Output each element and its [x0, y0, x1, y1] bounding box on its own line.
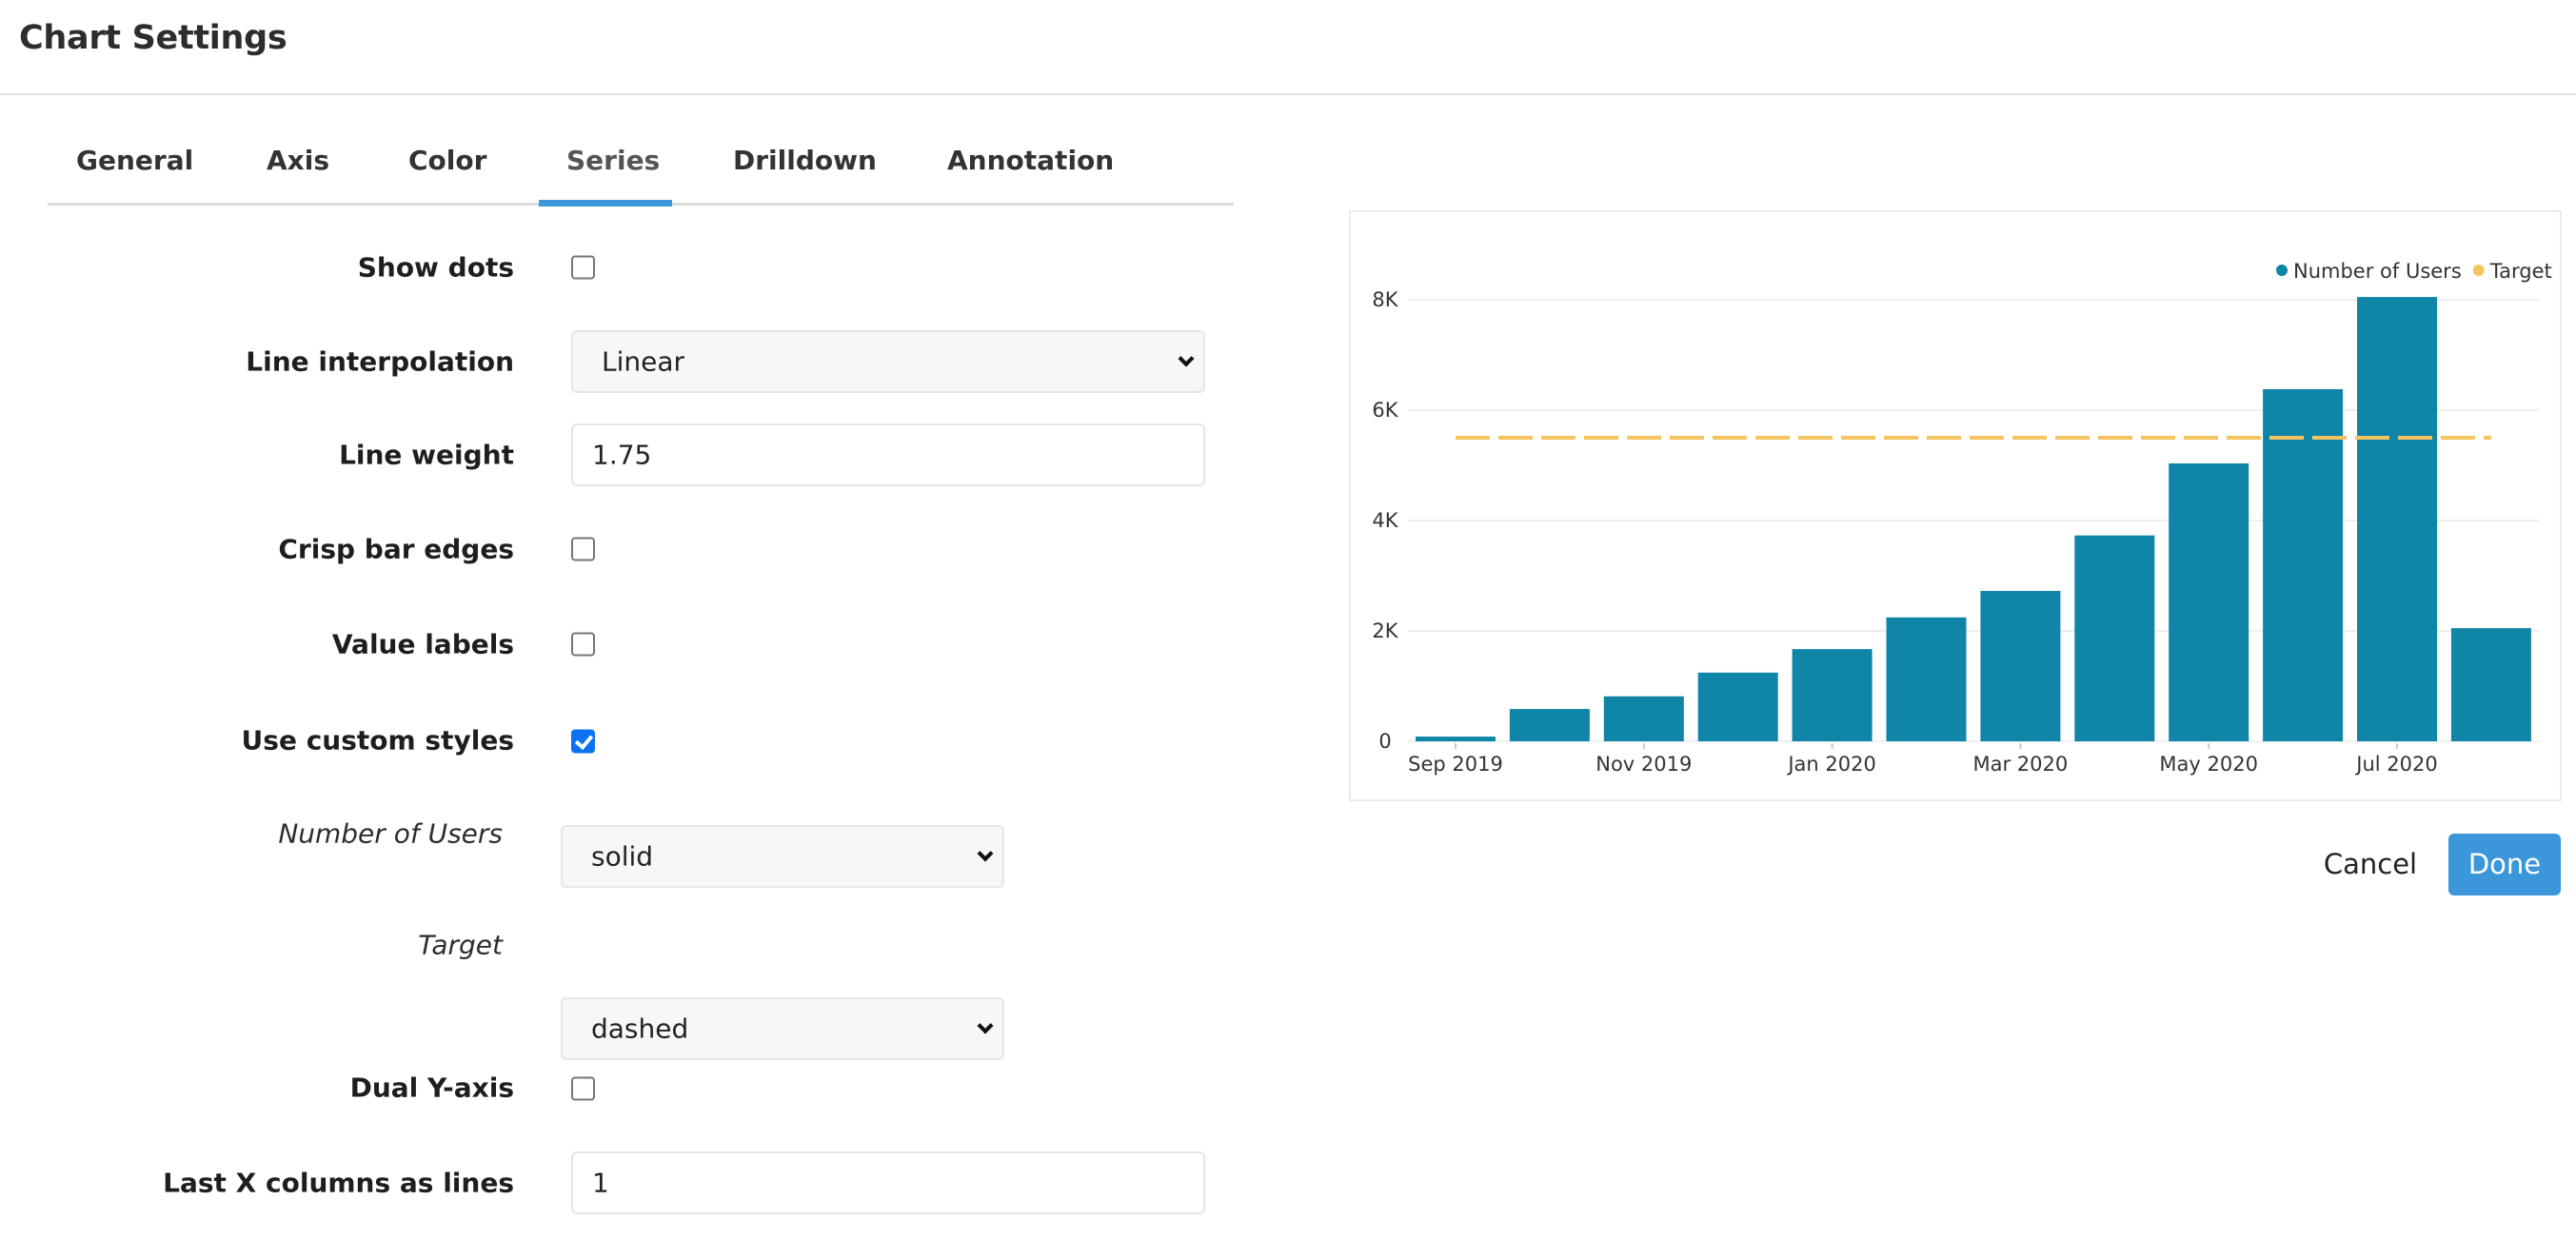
last-x-columns-value: 1 — [592, 1167, 609, 1199]
x-tick-label: May 2020 — [2159, 753, 2258, 776]
bar — [1980, 590, 2061, 741]
chevron-down-icon — [977, 845, 994, 862]
y-tick-label: 2K — [1372, 620, 1398, 642]
use-custom-styles-checkbox[interactable] — [571, 729, 595, 754]
bar — [2263, 388, 2344, 741]
dual-y-axis-checkbox[interactable] — [571, 1076, 595, 1101]
dialog-title: Chart Settings — [19, 19, 287, 57]
value-labels-label: Value labels — [331, 628, 514, 660]
cancel-button[interactable]: Cancel — [2323, 834, 2418, 895]
tab-general[interactable]: General — [76, 145, 193, 176]
custom-style-select-number-of-users[interactable]: solid — [561, 825, 1004, 888]
custom-style-select-target[interactable]: dashed — [561, 997, 1004, 1060]
legend-label: Target — [2489, 260, 2552, 283]
line-interpolation-label: Line interpolation — [246, 345, 514, 378]
custom-style-value: dashed — [591, 1013, 689, 1045]
bar — [1509, 709, 1590, 741]
crisp-bar-edges-checkbox[interactable] — [571, 537, 595, 561]
bar — [1416, 737, 1496, 741]
chart-preview: 0 2K 4K 6K 8K Sep 2019 Nov 2019 Jan 2020 Mar 202… — [1349, 210, 2562, 801]
chevron-down-icon — [977, 1017, 994, 1034]
active-tab-indicator — [539, 200, 672, 206]
bar — [2169, 462, 2249, 741]
tab-annotation[interactable]: Annotation — [947, 145, 1114, 176]
done-button[interactable]: Done — [2448, 834, 2561, 895]
custom-style-series-label: Number of Users — [278, 817, 503, 850]
line-weight-input[interactable]: 1.75 — [571, 423, 1205, 486]
value-labels-checkbox[interactable] — [571, 632, 595, 657]
legend-dot-icon — [2276, 265, 2288, 276]
tab-series[interactable]: Series — [566, 145, 660, 176]
y-tick-label: 0 — [1378, 730, 1391, 753]
y-tick-label: 6K — [1372, 399, 1398, 422]
legend-label: Number of Users — [2293, 260, 2462, 283]
show-dots-checkbox[interactable] — [571, 255, 595, 280]
last-x-columns-label: Last X columns as lines — [163, 1167, 514, 1199]
settings-tabs: General Axis Color Series Drilldown Anno… — [48, 133, 1234, 206]
tab-axis[interactable]: Axis — [267, 145, 329, 176]
bar — [2074, 535, 2155, 741]
line-weight-label: Line weight — [339, 439, 514, 471]
x-tick-label: Sep 2019 — [1408, 753, 1503, 776]
dual-y-axis-label: Dual Y-axis — [349, 1072, 514, 1104]
bar — [1697, 672, 1778, 741]
use-custom-styles-label: Use custom styles — [241, 724, 514, 757]
x-tick-label: Mar 2020 — [1973, 753, 2069, 776]
legend: Number of Users Target — [2276, 260, 2552, 283]
tab-drilldown[interactable]: Drilldown — [733, 145, 877, 176]
bar — [1792, 649, 1873, 741]
bar — [1603, 696, 1684, 741]
show-dots-label: Show dots — [357, 251, 514, 284]
bar-layer — [1416, 297, 2531, 741]
chevron-down-icon — [1178, 350, 1195, 367]
dialog-header: Chart Settings — [0, 0, 2576, 95]
line-interpolation-select[interactable]: Linear — [571, 330, 1205, 393]
last-x-columns-input[interactable]: 1 — [571, 1151, 1205, 1214]
bar — [1886, 617, 1967, 741]
custom-style-value: solid — [591, 840, 654, 873]
bar — [2357, 297, 2437, 741]
chart-svg: 0 2K 4K 6K 8K Sep 2019 Nov 2019 Jan 2020 Mar 202… — [1372, 260, 2552, 776]
line-weight-value: 1.75 — [592, 439, 652, 471]
x-tick-label: Nov 2019 — [1595, 753, 1692, 776]
line-interpolation-value: Linear — [602, 345, 685, 378]
legend-dot-icon — [2472, 265, 2485, 276]
custom-style-series-label: Target — [418, 929, 503, 961]
x-tick-label: Jan 2020 — [1786, 753, 1876, 776]
x-tick-label: Jul 2020 — [2354, 753, 2437, 776]
y-tick-label: 4K — [1372, 509, 1398, 532]
y-tick-label: 8K — [1372, 288, 1398, 311]
crisp-bar-edges-label: Crisp bar edges — [278, 533, 514, 565]
bar — [2450, 628, 2531, 741]
tab-color[interactable]: Color — [408, 145, 486, 176]
